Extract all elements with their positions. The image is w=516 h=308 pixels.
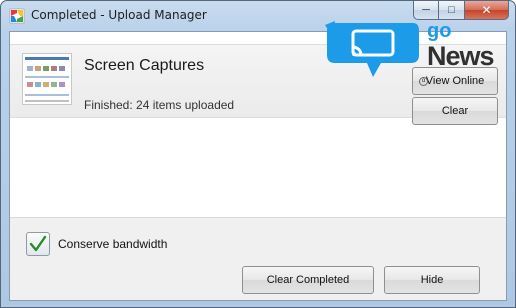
conserve-bandwidth-label: Conserve bandwidth	[58, 237, 168, 251]
checkmark-icon	[29, 235, 47, 252]
thumbnail-bar	[25, 100, 69, 102]
thumbnail-cell	[43, 66, 49, 71]
thumbnail-bar	[25, 94, 69, 96]
thumbnail-cell	[59, 66, 65, 71]
thumbnail-cell	[35, 82, 41, 87]
clear-completed-button[interactable]: Clear Completed	[242, 266, 374, 294]
thumbnail-bar	[25, 76, 69, 78]
album-thumbnail	[22, 53, 72, 105]
close-icon: ✕	[481, 3, 492, 17]
thumbnail-bar	[25, 57, 69, 60]
watermark-go: go	[427, 20, 452, 42]
thumbnail-cell	[35, 66, 41, 71]
cast-chat-icon	[325, 21, 419, 77]
window-title: Completed - Upload Manager	[31, 8, 207, 22]
picasa-icon	[9, 8, 25, 24]
conserve-bandwidth-checkbox[interactable]	[26, 232, 50, 256]
clear-label: Clear	[441, 105, 469, 117]
minimize-icon: ─	[422, 4, 430, 16]
thumbnail-cell	[27, 82, 33, 87]
thumbnail-cell	[43, 82, 49, 87]
upload-status: Finished: 24 items uploaded	[84, 98, 235, 112]
clear-button[interactable]: Clear	[412, 97, 498, 125]
clear-completed-label: Clear Completed	[266, 274, 350, 286]
thumbnail-cell	[51, 82, 57, 87]
gonews-watermark: go News	[323, 17, 503, 83]
upload-manager-window: Completed - Upload Manager ─ □ ✕ Screen …	[0, 0, 516, 308]
upload-title: Screen Captures	[84, 57, 205, 74]
watermark-news: News	[427, 41, 495, 71]
thumbnail-cell	[51, 66, 57, 71]
hide-button[interactable]: Hide	[384, 266, 480, 294]
hide-label: Hide	[420, 274, 444, 286]
maximize-icon: □	[448, 4, 455, 16]
thumbnail-cell	[27, 66, 33, 71]
thumbnail-cell	[59, 82, 65, 87]
